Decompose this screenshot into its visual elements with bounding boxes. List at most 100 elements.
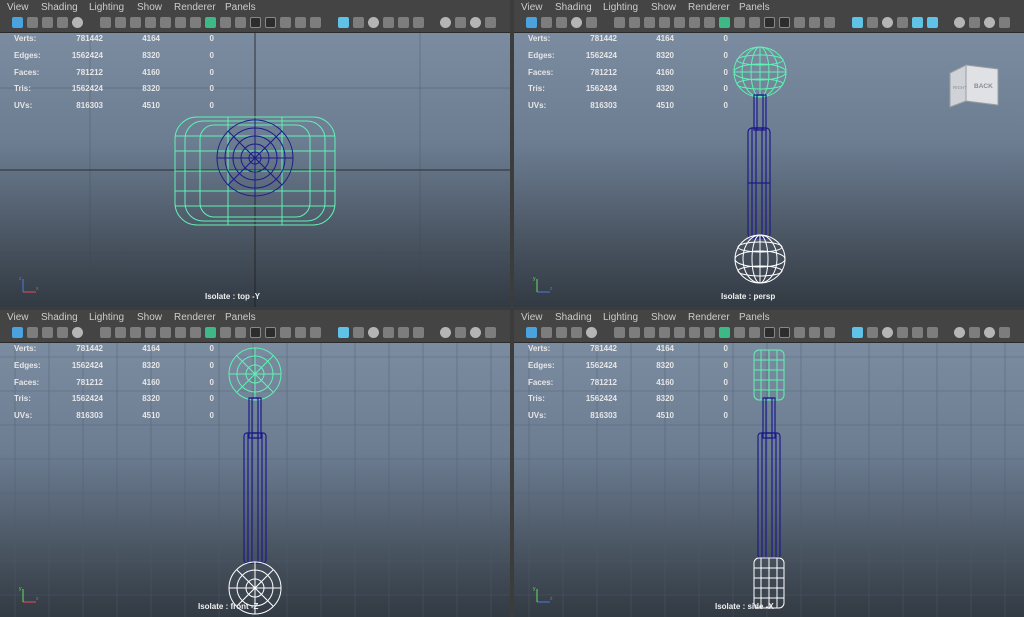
track-icon[interactable] — [674, 327, 685, 338]
lighting-icon[interactable] — [383, 327, 394, 338]
view-cube[interactable]: RIGHT BACK — [946, 61, 1002, 109]
safe-title-icon[interactable] — [295, 327, 306, 338]
select-camera-icon[interactable] — [526, 17, 537, 28]
textured-icon[interactable] — [368, 17, 379, 28]
pencil-icon[interactable] — [205, 17, 216, 28]
film-gate-icon[interactable] — [235, 17, 246, 28]
bookmark-icon[interactable] — [42, 327, 53, 338]
image-plane-icon[interactable] — [57, 17, 68, 28]
camera-attributes-icon[interactable] — [541, 327, 552, 338]
ambient-occlusion-icon[interactable] — [470, 17, 481, 28]
ambient-occlusion-icon[interactable] — [470, 327, 481, 338]
tumble-icon[interactable] — [130, 17, 141, 28]
paint-icon[interactable] — [659, 327, 670, 338]
camera-attributes-icon[interactable] — [541, 17, 552, 28]
film-icon[interactable] — [629, 17, 640, 28]
viewport-panel-front[interactable]: View Shading Lighting Show Renderer Pane… — [0, 310, 510, 617]
viewport-canvas[interactable]: Verts: 781442 4164 0 Edges: 1562424 8320 0 Fac… — [0, 343, 510, 617]
isolate-select-icon[interactable] — [969, 327, 980, 338]
pin-icon[interactable] — [190, 17, 201, 28]
film-icon[interactable] — [115, 17, 126, 28]
pin-icon[interactable] — [190, 327, 201, 338]
antialias-icon[interactable] — [485, 17, 496, 28]
safe-action-icon[interactable] — [779, 327, 790, 338]
camera-icon[interactable] — [614, 327, 625, 338]
sphere-light-icon[interactable] — [954, 327, 965, 338]
menu-show[interactable]: Show — [137, 2, 162, 13]
shadows-icon[interactable] — [912, 17, 923, 28]
smooth-shade-icon[interactable] — [867, 327, 878, 338]
image-plane-icon[interactable] — [586, 17, 597, 28]
antialias-icon[interactable] — [485, 327, 496, 338]
viewport-panel-side[interactable]: View Shading Lighting Show Renderer Pane… — [514, 310, 1024, 617]
isolate-select-icon[interactable] — [969, 17, 980, 28]
ambient-occlusion-icon[interactable] — [984, 17, 995, 28]
safe-title-icon[interactable] — [809, 327, 820, 338]
smooth-shade-icon[interactable] — [867, 17, 878, 28]
camera-icon[interactable] — [100, 17, 111, 28]
smooth-icon[interactable] — [824, 327, 835, 338]
safe-action-icon[interactable] — [265, 327, 276, 338]
menu-renderer[interactable]: Renderer — [174, 312, 216, 323]
menu-show[interactable]: Show — [651, 312, 676, 323]
menu-lighting[interactable]: Lighting — [603, 312, 638, 323]
wireframe-icon[interactable] — [852, 327, 863, 338]
menu-lighting[interactable]: Lighting — [89, 312, 124, 323]
grid-icon[interactable] — [734, 17, 745, 28]
viewport-panel-top[interactable]: View Shading Lighting Show Renderer Pane… — [0, 0, 510, 307]
isolate-select-icon[interactable] — [455, 17, 466, 28]
menu-renderer[interactable]: Renderer — [688, 2, 730, 13]
pin-icon[interactable] — [704, 17, 715, 28]
shadows-icon[interactable] — [398, 17, 409, 28]
wire-icon[interactable] — [280, 17, 291, 28]
textured-icon[interactable] — [882, 327, 893, 338]
tumble-icon[interactable] — [644, 17, 655, 28]
camera-attributes-icon[interactable] — [27, 17, 38, 28]
pencil-icon[interactable] — [719, 327, 730, 338]
track-icon[interactable] — [160, 17, 171, 28]
sphere-icon[interactable] — [571, 17, 582, 28]
menu-renderer[interactable]: Renderer — [174, 2, 216, 13]
menu-panels[interactable]: Panels — [225, 312, 256, 323]
menu-view[interactable]: View — [521, 312, 543, 323]
wire-icon[interactable] — [794, 327, 805, 338]
film-icon[interactable] — [629, 327, 640, 338]
paint-icon[interactable] — [145, 17, 156, 28]
menu-lighting[interactable]: Lighting — [603, 2, 638, 13]
safe-title-icon[interactable] — [809, 17, 820, 28]
image-plane-icon[interactable] — [57, 327, 68, 338]
lighting-icon[interactable] — [897, 17, 908, 28]
menu-shading[interactable]: Shading — [555, 312, 592, 323]
sphere-light-icon[interactable] — [440, 327, 451, 338]
resolution-gate-icon[interactable] — [764, 327, 775, 338]
menu-view[interactable]: View — [7, 312, 29, 323]
resolution-gate-icon[interactable] — [250, 17, 261, 28]
resolution-gate-icon[interactable] — [764, 17, 775, 28]
film-icon[interactable] — [115, 327, 126, 338]
viewport-canvas[interactable]: Verts: 781442 4164 0 Edges: 1562424 8320 0 Fac… — [514, 33, 1024, 307]
menu-shading[interactable]: Shading — [555, 2, 592, 13]
camera-icon[interactable] — [614, 17, 625, 28]
antialias-icon[interactable] — [999, 327, 1010, 338]
xray-icon[interactable] — [927, 17, 938, 28]
grid-icon[interactable] — [734, 327, 745, 338]
textured-icon[interactable] — [368, 327, 379, 338]
menu-shading[interactable]: Shading — [41, 2, 78, 13]
menu-show[interactable]: Show — [651, 2, 676, 13]
wireframe-icon[interactable] — [338, 327, 349, 338]
smooth-icon[interactable] — [824, 17, 835, 28]
pencil-icon[interactable] — [719, 17, 730, 28]
move-icon[interactable] — [175, 17, 186, 28]
xray-icon[interactable] — [927, 327, 938, 338]
select-camera-icon[interactable] — [526, 327, 537, 338]
viewport-canvas[interactable]: Verts: 781442 4164 0 Edges: 1562424 8320 0 Fac… — [0, 33, 510, 307]
film-gate-icon[interactable] — [749, 17, 760, 28]
bookmark-icon[interactable] — [556, 17, 567, 28]
lighting-icon[interactable] — [383, 17, 394, 28]
track-icon[interactable] — [160, 327, 171, 338]
safe-action-icon[interactable] — [779, 17, 790, 28]
sphere-light-icon[interactable] — [954, 17, 965, 28]
smooth-icon[interactable] — [310, 17, 321, 28]
bookmark-icon[interactable] — [556, 327, 567, 338]
shadows-icon[interactable] — [398, 327, 409, 338]
